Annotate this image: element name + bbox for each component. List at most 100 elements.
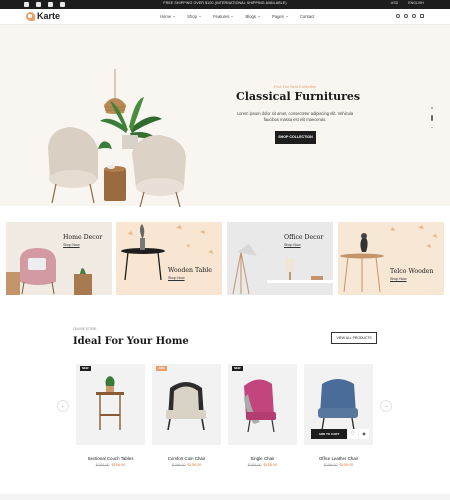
product-badge: -16% bbox=[156, 366, 167, 371]
language-select[interactable]: ENGLISH bbox=[408, 1, 424, 5]
product-category bbox=[304, 450, 373, 455]
floor-lamp-image bbox=[232, 244, 333, 295]
product-category bbox=[76, 450, 145, 455]
add-to-cart-button[interactable]: ADD TO CART bbox=[311, 429, 347, 439]
old-price: $189.00 bbox=[95, 463, 110, 467]
nav-item-home[interactable]: Home bbox=[160, 14, 176, 19]
nav-item-blogs[interactable]: Blogs bbox=[245, 14, 260, 19]
banner-home-decor[interactable]: Home Decor Shop Now bbox=[6, 222, 112, 295]
banner-wooden-table[interactable]: Wooden Table Shop Now bbox=[116, 222, 222, 295]
product-card[interactable]: NEW Single Chair $189.00 $159.00 bbox=[228, 364, 297, 467]
hero-subtitle: Find The Best Collection bbox=[273, 84, 317, 89]
nav-item-shop[interactable]: Shop bbox=[187, 14, 201, 19]
nav-label: Home bbox=[160, 14, 172, 19]
product-badge: NEW bbox=[232, 366, 243, 371]
hero-description: Lorem ipsum dolor sit amet, consectetur … bbox=[236, 111, 354, 122]
product-name[interactable]: Office Leather Chair bbox=[304, 456, 373, 461]
eye-icon: ◉ bbox=[362, 431, 366, 436]
wishlist-button[interactable]: ♡ bbox=[348, 429, 358, 439]
currency-select[interactable]: USD bbox=[391, 1, 399, 5]
product-image[interactable]: NEW bbox=[228, 364, 297, 445]
quick-view-button[interactable]: ◉ bbox=[359, 429, 369, 439]
chevron-down-icon bbox=[257, 16, 260, 17]
wishlist-icon[interactable] bbox=[412, 14, 416, 18]
nav-label: Shop bbox=[187, 14, 197, 19]
sale-price: $159.00 bbox=[111, 463, 126, 467]
nav-label: Blogs bbox=[245, 14, 256, 19]
cart-icon[interactable] bbox=[420, 14, 424, 18]
banner-title: Telco Wooden bbox=[390, 268, 434, 275]
slider-pagination bbox=[431, 107, 433, 128]
hero-slider: Find The Best Collection Classical Furni… bbox=[0, 25, 450, 208]
logo-icon bbox=[26, 11, 35, 21]
main-header: Karte Home Shop Features Blogs Pages Con… bbox=[0, 9, 450, 25]
side-table-image bbox=[340, 225, 437, 293]
product-image[interactable]: ADD TO CART ♡ ◉ bbox=[304, 364, 373, 445]
product-name[interactable]: Comfort Coin Chair bbox=[152, 456, 221, 461]
wooden-table-image bbox=[121, 224, 213, 281]
footer-strip bbox=[0, 494, 450, 500]
header-icons bbox=[396, 14, 424, 18]
sale-price: $159.00 bbox=[263, 463, 278, 467]
nav-item-pages[interactable]: Pages bbox=[272, 14, 288, 19]
hero-furniture-image bbox=[48, 69, 186, 208]
section-title: Ideal For Your Home bbox=[73, 336, 189, 347]
nav-label: Features bbox=[212, 14, 230, 19]
chevron-down-icon bbox=[198, 16, 201, 17]
arrow-left-icon: ← bbox=[60, 403, 66, 409]
banner-title: Office Decor bbox=[284, 234, 324, 241]
banner-title: Wooden Table bbox=[168, 267, 212, 274]
old-price: $189.00 bbox=[323, 463, 338, 467]
pink-chair-image bbox=[244, 379, 276, 433]
hero-title: Classical Furnitures bbox=[236, 90, 361, 103]
sale-price: $159.00 bbox=[339, 463, 354, 467]
promo-text: FREE SHIPPING OVER $100 (INTERNATIONAL S… bbox=[163, 1, 287, 5]
nav-label: Pages bbox=[271, 14, 284, 19]
heart-icon: ♡ bbox=[350, 431, 356, 437]
section-kicker: ONLINE STORE bbox=[73, 327, 97, 331]
banner-telco-wooden[interactable]: Telco Wooden Shop Now bbox=[338, 222, 444, 295]
shop-now-link[interactable]: Shop Now bbox=[63, 243, 80, 247]
sale-price: $159.00 bbox=[187, 463, 202, 467]
chevron-down-icon bbox=[231, 16, 234, 17]
nav-label: Contact bbox=[299, 14, 315, 19]
product-image[interactable]: NEW bbox=[76, 364, 145, 445]
console-table-image bbox=[96, 376, 124, 430]
shop-now-link[interactable]: Shop Now bbox=[168, 276, 185, 280]
armchair-image bbox=[166, 382, 206, 431]
banner-title: Home Decor bbox=[63, 234, 103, 241]
slider-dot[interactable] bbox=[431, 107, 433, 109]
old-price: $189.00 bbox=[247, 463, 262, 467]
banner-office-decor[interactable]: Office Decor Shop Now bbox=[227, 222, 333, 295]
old-price: $189.00 bbox=[171, 463, 186, 467]
search-icon[interactable] bbox=[396, 14, 400, 18]
product-card[interactable]: -16% Comfort Coin Chair $189.00 $159.00 bbox=[152, 364, 221, 467]
product-category bbox=[228, 450, 297, 455]
shop-now-link[interactable]: Shop Now bbox=[390, 277, 407, 281]
product-name[interactable]: Sectional Couch Tables bbox=[76, 456, 145, 461]
slider-dot[interactable] bbox=[431, 126, 433, 128]
chevron-down-icon bbox=[173, 16, 176, 17]
product-card[interactable]: NEW Sectional Couch Tables $189.00 $159.0… bbox=[76, 364, 145, 467]
main-nav: Home Shop Features Blogs Pages Contact bbox=[160, 14, 314, 19]
view-all-products-button[interactable]: VIEW ALL PRODUCTS bbox=[331, 332, 377, 344]
top-bar: FREE SHIPPING OVER $100 (INTERNATIONAL S… bbox=[0, 0, 450, 9]
product-badge: NEW bbox=[80, 366, 91, 371]
product-category bbox=[152, 450, 221, 455]
product-card[interactable]: ADD TO CART ♡ ◉ Office Leather Chair $18… bbox=[304, 364, 373, 467]
user-icon[interactable] bbox=[404, 14, 408, 18]
chevron-down-icon bbox=[285, 16, 288, 17]
carousel-prev-button[interactable]: ← bbox=[57, 400, 69, 412]
nav-item-contact[interactable]: Contact bbox=[300, 14, 314, 19]
carousel-next-button[interactable]: → bbox=[380, 400, 392, 412]
logo-text: Karte bbox=[37, 11, 61, 21]
arrow-right-icon: → bbox=[383, 403, 389, 409]
pink-armchair-image bbox=[6, 248, 92, 295]
product-image[interactable]: -16% bbox=[152, 364, 221, 445]
nav-item-features[interactable]: Features bbox=[213, 14, 234, 19]
shop-now-link[interactable]: Shop Now bbox=[284, 243, 301, 247]
slider-dot-active[interactable] bbox=[431, 114, 433, 121]
logo[interactable]: Karte bbox=[26, 11, 60, 21]
product-name[interactable]: Single Chair bbox=[228, 456, 297, 461]
shop-collection-button[interactable]: SHOP COLLECTION bbox=[275, 131, 316, 144]
